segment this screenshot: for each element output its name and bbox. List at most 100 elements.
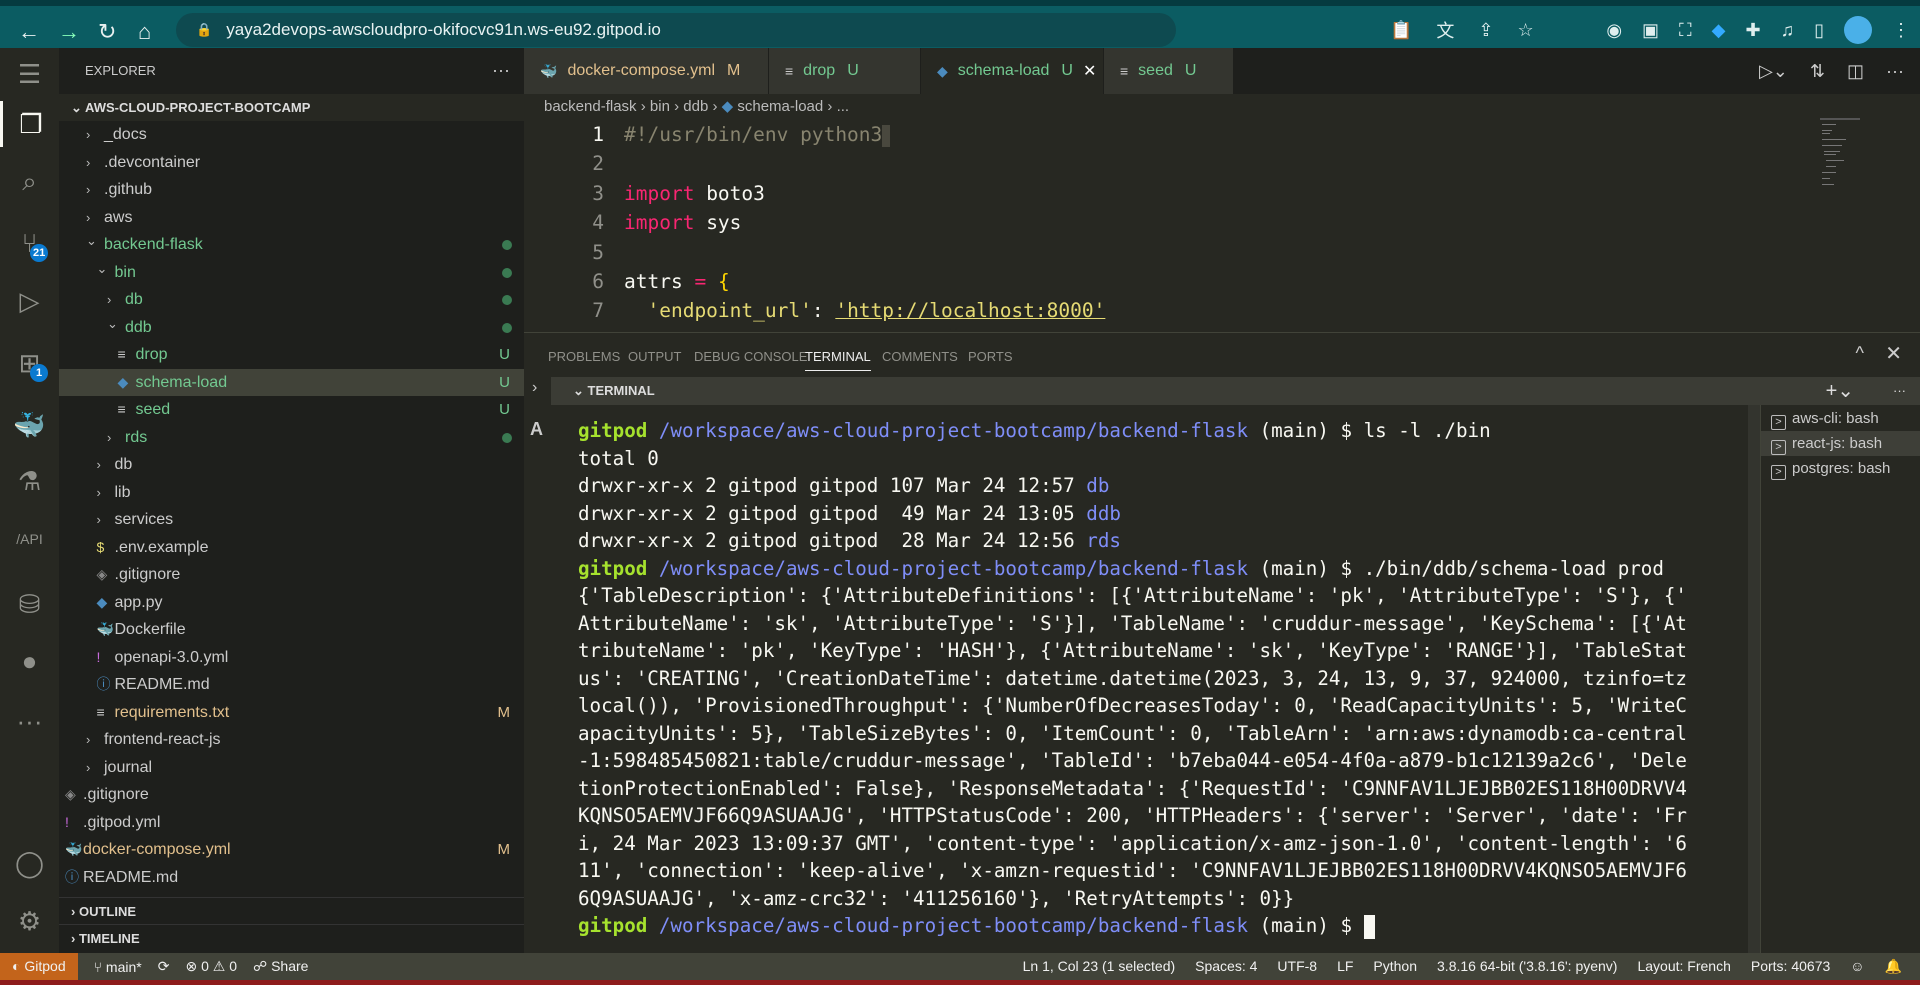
database-icon[interactable]: ⛁ (0, 581, 59, 627)
tree-item-db[interactable]: › db (59, 451, 524, 479)
menu-kebab-icon[interactable]: ⋮ (1892, 20, 1910, 41)
azure-icon[interactable]: A (530, 419, 543, 440)
terminal-more-icon[interactable]: ··· (1893, 377, 1906, 405)
problems-button[interactable]: ⊗ 0 ⚠ 0 (185, 958, 237, 975)
tree-item--gitignore[interactable]: ◈ .gitignore (59, 561, 524, 589)
back-icon[interactable]: ← (18, 12, 40, 52)
tab-seed[interactable]: ≡ seed U (1104, 48, 1234, 94)
status-item[interactable]: Layout: French (1637, 958, 1730, 975)
testing-flask-icon[interactable]: ⚗ (0, 458, 59, 504)
tree-item-app-py[interactable]: ◆ app.py (59, 589, 524, 617)
tree-item-docker-compose-yml[interactable]: 🐳 docker-compose.yml M (59, 836, 524, 864)
tree-item-seed[interactable]: ≡ seed U (59, 396, 524, 424)
terminal-session[interactable]: > postgres: bash (1761, 456, 1920, 481)
docker-icon[interactable]: 🐳 (0, 402, 59, 448)
media-icon[interactable]: ♫ (1781, 20, 1795, 41)
explorer-icon[interactable]: ❐ (0, 101, 59, 147)
api-icon[interactable]: /API (0, 516, 59, 562)
share-button[interactable]: ☍ Share (253, 958, 308, 975)
tree-item--devcontainer[interactable]: › .devcontainer (59, 149, 524, 177)
tree-item-lib[interactable]: › lib (59, 479, 524, 507)
tree-item-db[interactable]: › db (59, 286, 524, 314)
outline-section[interactable]: › OUTLINE (59, 897, 524, 924)
tree-item-schema-load[interactable]: ◆ schema-load U (59, 368, 524, 396)
more-actions-icon[interactable]: ··· (1886, 61, 1904, 82)
extensions-puzzle-icon[interactable]: ✚ (1746, 20, 1761, 41)
more-icon[interactable]: ··· (0, 698, 59, 744)
extensions-icon[interactable]: ⊞ 1 (0, 340, 59, 386)
terminal-output[interactable]: gitpod /workspace/aws-cloud-project-boot… (578, 417, 1748, 940)
tree-item-ddb[interactable]: ⌄ ddb (59, 314, 524, 342)
status-item[interactable]: Python (1373, 958, 1417, 975)
chevron-right-icon[interactable]: › (532, 379, 537, 397)
panel-tab-comments[interactable]: COMMENTS (882, 343, 958, 371)
branch-button[interactable]: ⑂ main* (94, 959, 142, 975)
status-item[interactable]: Ln 1, Col 23 (1 selected) (1023, 958, 1176, 975)
run-icon[interactable]: ▷⌄ (1759, 61, 1788, 82)
breadcrumb-item[interactable]: backend-flask (544, 98, 637, 115)
close-panel-icon[interactable]: ✕ (1885, 341, 1902, 366)
sync-icon[interactable]: ⟳ (158, 958, 170, 975)
tree-item-readme-md[interactable]: ⓘ README.md (59, 864, 524, 892)
tree-item-readme-md[interactable]: ⓘ README.md (59, 671, 524, 699)
account-icon[interactable]: ◯ (0, 840, 59, 886)
search-icon[interactable]: ⌕ (0, 159, 59, 205)
extension-icon[interactable]: ◆ (1712, 20, 1726, 41)
address-bar[interactable]: 🔒 yaya2devops-awscloudpro-okifocvc91n.ws-… (176, 13, 1176, 47)
clipboard-icon[interactable]: 📋 (1390, 20, 1412, 41)
home-icon[interactable]: ⌂ (138, 12, 151, 52)
tree-item--docs[interactable]: › _docs (59, 121, 524, 149)
notifications-bell-icon[interactable]: 🔔 (1885, 958, 1902, 975)
tree-item-dockerfile[interactable]: 🐳 Dockerfile (59, 616, 524, 644)
status-item[interactable]: LF (1337, 958, 1353, 975)
tree-item--github[interactable]: › .github (59, 176, 524, 204)
tree-item-backend-flask[interactable]: ⌄ backend-flask (59, 231, 524, 259)
tree-item--env-example[interactable]: $ .env.example (59, 534, 524, 562)
breadcrumb-item[interactable]: bin (650, 98, 670, 115)
terminal-session[interactable]: > react-js: bash (1761, 431, 1920, 456)
menu-icon[interactable]: ☰ (0, 51, 59, 97)
terminal-scrollbar[interactable] (1748, 405, 1760, 954)
maximize-panel-icon[interactable]: ^ (1856, 343, 1864, 364)
run-debug-icon[interactable]: ▷ (0, 278, 59, 324)
tree-item-drop[interactable]: ≡ drop U (59, 341, 524, 369)
timeline-section[interactable]: › TIMELINE (59, 924, 524, 951)
workspace-root-folder[interactable]: ⌄ AWS-CLOUD-PROJECT-BOOTCAMP (59, 94, 524, 121)
avatar[interactable] (1844, 16, 1872, 44)
tab-schema-load[interactable]: ◆ schema-load U ✕ (921, 48, 1104, 94)
tree-item--gitpod-yml[interactable]: ! .gitpod.yml (59, 809, 524, 837)
tree-item-openapi-3-0-yml[interactable]: ! openapi-3.0.yml (59, 644, 524, 672)
gitpod-button[interactable]: ◐ Gitpod (0, 953, 78, 980)
status-item[interactable]: 3.8.16 64-bit ('3.8.16': pyenv) (1437, 958, 1617, 975)
settings-gear-icon[interactable]: ⚙ (0, 898, 59, 944)
tree-item-journal[interactable]: › journal (59, 754, 524, 782)
compare-changes-icon[interactable]: ⇅ (1810, 61, 1825, 82)
minimap[interactable] (1820, 118, 1860, 218)
extension-icon[interactable]: ▣ (1642, 20, 1659, 41)
status-item[interactable]: UTF-8 (1277, 958, 1317, 975)
explorer-more-button[interactable]: ··· (492, 48, 510, 92)
status-item[interactable]: Ports: 40673 (1751, 958, 1830, 975)
close-tab-icon[interactable]: ✕ (1083, 61, 1096, 81)
bookmark-star-icon[interactable]: ☆ (1518, 20, 1534, 41)
reload-icon[interactable]: ↻ (98, 12, 116, 52)
tree-item-bin[interactable]: ⌄ bin (59, 259, 524, 287)
split-editor-icon[interactable]: ◫ (1847, 61, 1864, 82)
breadcrumb-item[interactable]: schema-load (737, 98, 823, 115)
panel-tab-problems[interactable]: PROBLEMS (548, 343, 620, 371)
new-terminal-icon[interactable]: +⌄ (1826, 377, 1854, 405)
panel-tab-output[interactable]: OUTPUT (628, 343, 681, 371)
tree-item-rds[interactable]: › rds (59, 424, 524, 452)
status-item[interactable]: Spaces: 4 (1195, 958, 1257, 975)
tree-item-aws[interactable]: › aws (59, 204, 524, 232)
source-control-icon[interactable]: ⑂ 21 (0, 220, 59, 266)
code-editor[interactable]: 1 #!/usr/bin/env python3 2 3 import boto3 4 im… (524, 120, 1920, 332)
tree-item-services[interactable]: › services (59, 506, 524, 534)
terminal-session[interactable]: > aws-cli: bash (1761, 406, 1920, 431)
tree-item-requirements-txt[interactable]: ≡ requirements.txt M (59, 699, 524, 727)
translate-icon[interactable]: 文 (1436, 17, 1454, 43)
panel-tab-terminal[interactable]: TERMINAL (805, 343, 871, 371)
tab-docker-compose-yml[interactable]: 🐳 docker-compose.yml M (524, 48, 769, 94)
breadcrumb-item[interactable]: ... (837, 98, 850, 115)
feedback-icon[interactable]: ☺ (1850, 958, 1864, 975)
